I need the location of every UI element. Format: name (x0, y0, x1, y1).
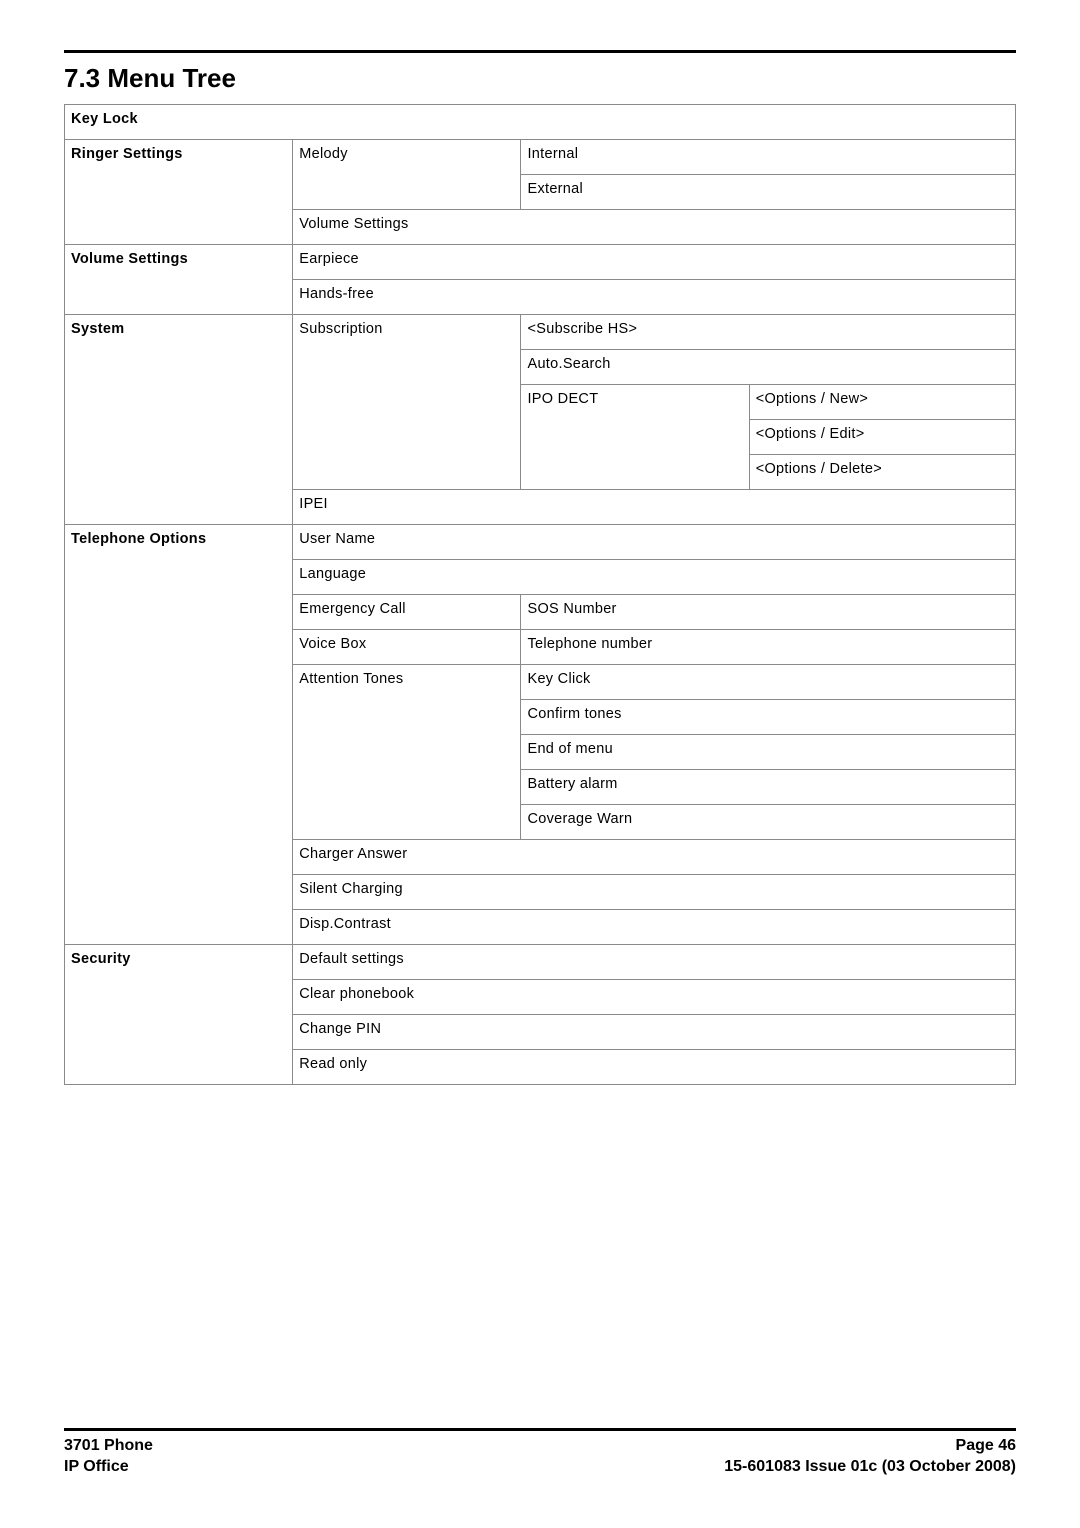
menu-tree-table: Key Lock Ringer Settings Melody Internal… (64, 104, 1016, 1085)
menu-tel-charger: Charger Answer (293, 840, 1016, 875)
menu-ringer-melody: Melody (293, 140, 521, 210)
menu-tel-confirm: Confirm tones (521, 700, 1016, 735)
menu-sec-default: Default settings (293, 945, 1016, 980)
menu-tel-battery: Battery alarm (521, 770, 1016, 805)
menu-ringer-external: External (521, 175, 1016, 210)
menu-ringer-settings: Ringer Settings (65, 140, 293, 245)
section-title: 7.3 Menu Tree (64, 63, 1016, 94)
menu-volume-earpiece: Earpiece (293, 245, 1016, 280)
footer-right-1: Page 46 (956, 1435, 1016, 1457)
footer-rule (64, 1428, 1016, 1431)
menu-volume-settings: Volume Settings (65, 245, 293, 315)
menu-tel-emergency: Emergency Call (293, 595, 521, 630)
menu-tel-coverage: Coverage Warn (521, 805, 1016, 840)
menu-tel-voicebox: Voice Box (293, 630, 521, 665)
menu-tel-attention: Attention Tones (293, 665, 521, 840)
menu-ringer-internal: Internal (521, 140, 1016, 175)
menu-sec-readonly: Read only (293, 1050, 1016, 1085)
menu-sec-pin: Change PIN (293, 1015, 1016, 1050)
menu-security: Security (65, 945, 293, 1085)
menu-tel-sos: SOS Number (521, 595, 1016, 630)
footer-right-2: 15-601083 Issue 01c (03 October 2008) (724, 1456, 1016, 1478)
menu-system-options-delete: <Options / Delete> (749, 455, 1015, 490)
menu-tel-contrast: Disp.Contrast (293, 910, 1016, 945)
menu-volume-handsfree: Hands-free (293, 280, 1016, 315)
menu-tel-username: User Name (293, 525, 1016, 560)
menu-tel-silent: Silent Charging (293, 875, 1016, 910)
menu-system-subscribe-hs: <Subscribe HS> (521, 315, 1016, 350)
menu-tel-keyclick: Key Click (521, 665, 1016, 700)
page-footer: 3701 Phone Page 46 IP Office 15-601083 I… (64, 1428, 1016, 1478)
menu-system-autosearch: Auto.Search (521, 350, 1016, 385)
menu-system: System (65, 315, 293, 525)
menu-ringer-volume: Volume Settings (293, 210, 1016, 245)
menu-tel-endmenu: End of menu (521, 735, 1016, 770)
menu-key-lock: Key Lock (65, 105, 1016, 140)
menu-system-options-new: <Options / New> (749, 385, 1015, 420)
menu-system-ipodect: IPO DECT (521, 385, 749, 490)
menu-system-ipei: IPEI (293, 490, 1016, 525)
menu-sec-clear: Clear phonebook (293, 980, 1016, 1015)
menu-system-options-edit: <Options / Edit> (749, 420, 1015, 455)
menu-tel-phonenum: Telephone number (521, 630, 1016, 665)
menu-telephone-options: Telephone Options (65, 525, 293, 945)
top-rule (64, 50, 1016, 53)
footer-left-1: 3701 Phone (64, 1435, 153, 1457)
menu-tel-language: Language (293, 560, 1016, 595)
footer-left-2: IP Office (64, 1456, 129, 1478)
menu-system-subscription: Subscription (293, 315, 521, 490)
